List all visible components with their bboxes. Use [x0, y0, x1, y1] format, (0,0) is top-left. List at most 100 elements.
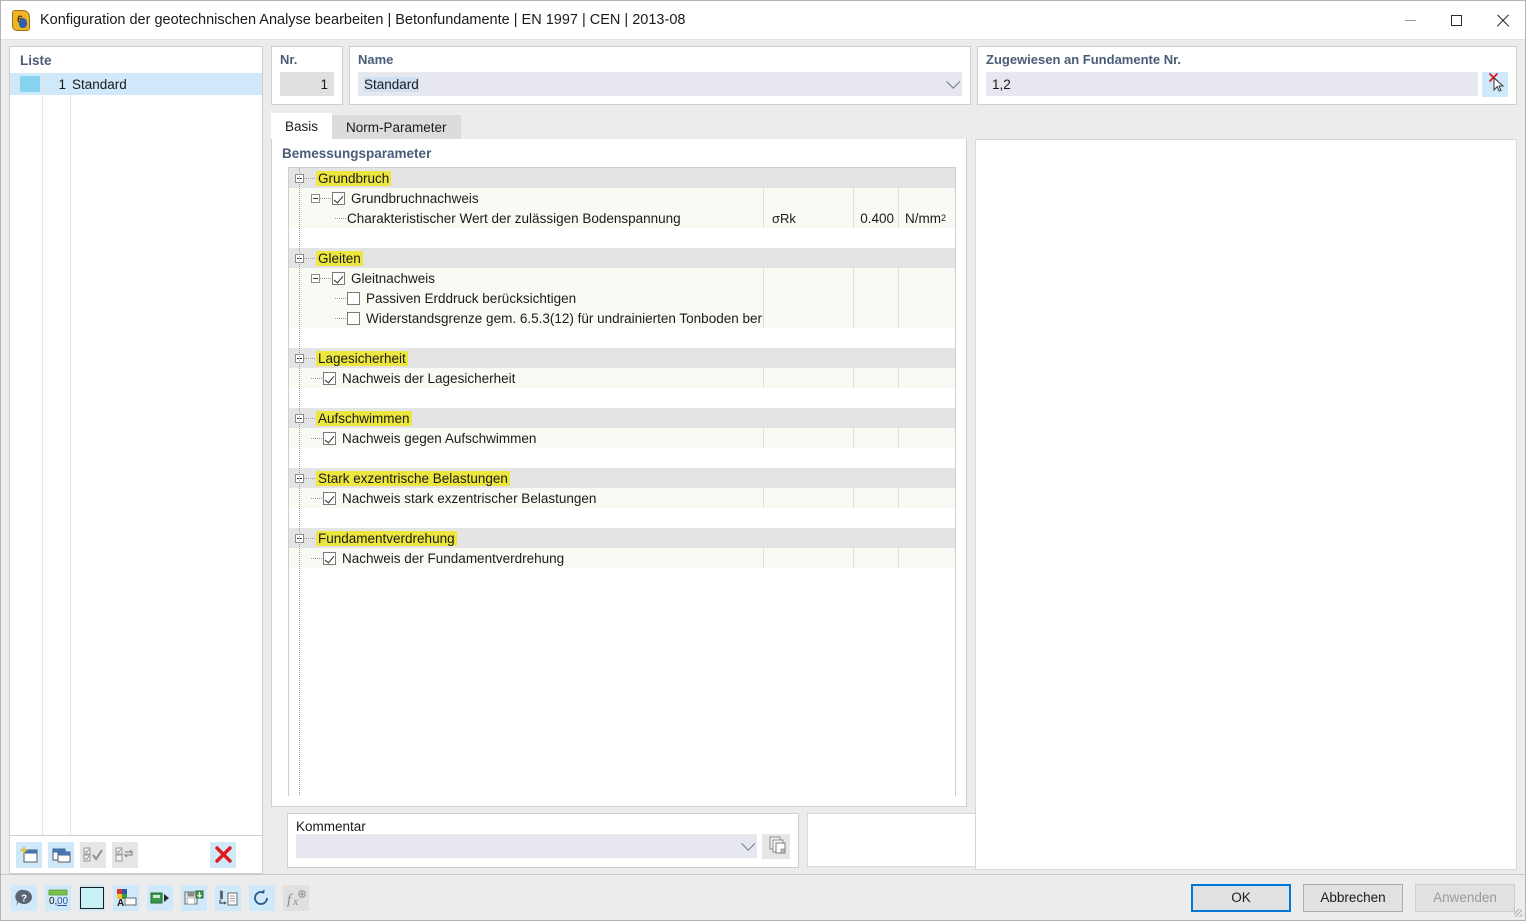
tree-row[interactable]: Widerstandsgrenze gem. 6.5.3(12) für und… [289, 308, 955, 328]
nr-input[interactable]: 1 [280, 72, 334, 96]
pick-cursor-icon [1489, 73, 1505, 92]
tree-connector [304, 417, 316, 419]
comment-combobox[interactable] [296, 834, 757, 858]
tree-cell-unit [898, 348, 955, 368]
tree-cell-value [853, 468, 898, 488]
tree-row-label-cell: Aufschwimmen [289, 410, 763, 426]
preview-pane [975, 139, 1517, 870]
minimize-icon [1404, 19, 1416, 21]
help-button[interactable]: ? [11, 884, 37, 911]
tree-row-label-cell: Gleiten [289, 250, 763, 266]
duplicate-item-button[interactable] [48, 841, 74, 868]
tree-row[interactable]: Charakteristischer Wert der zulässigen B… [289, 208, 955, 228]
tree-cell-value [853, 548, 898, 568]
tree-cell-unit [898, 528, 955, 548]
cancel-button[interactable]: Abbrechen [1303, 883, 1403, 912]
tree-row-checkbox[interactable] [323, 371, 336, 385]
display-properties-button[interactable]: A [113, 884, 139, 911]
tree-group-row[interactable]: Grundbruch [289, 168, 955, 188]
tree-row-checkbox[interactable] [332, 191, 345, 205]
tree-cell-symbol [763, 528, 853, 548]
comment-side-panel [807, 813, 976, 867]
list-column-dividers [10, 73, 262, 835]
tree-row[interactable]: Gleitnachweis [289, 268, 955, 288]
tree-group-row[interactable]: Stark exzentrische Belastungen [289, 468, 955, 488]
tree-cell-value[interactable]: 0.400 [853, 208, 898, 228]
tree-cell-unit [898, 248, 955, 268]
tree-row-label: Passiven Erddruck berücksichtigen [366, 290, 577, 306]
tree-group-row[interactable]: Gleiten [289, 248, 955, 268]
reset-button[interactable] [249, 884, 275, 911]
tree-row-checkbox[interactable] [347, 291, 360, 305]
export-button[interactable] [147, 884, 173, 911]
tree-connector [335, 217, 347, 219]
tree-group-title: Aufschwimmen [316, 410, 412, 426]
tree-expander-icon[interactable] [311, 193, 320, 203]
field-name-label: Name [358, 52, 394, 67]
close-button[interactable] [1479, 1, 1525, 39]
tree-row-checkbox[interactable] [332, 271, 345, 285]
tree-connector [320, 197, 332, 199]
tab-norm-parameter[interactable]: Norm-Parameter [332, 115, 461, 139]
parameters-tree[interactable]: Grundbruch Grundbruchnachweis Charakterist… [288, 167, 956, 796]
tree-cell-symbol [763, 288, 853, 308]
save-disk-icon [184, 890, 204, 904]
tree-row-checkbox[interactable] [323, 491, 336, 505]
minimize-button[interactable] [1387, 1, 1433, 39]
maximize-button[interactable] [1433, 1, 1479, 39]
tree-row-label-cell: Widerstandsgrenze gem. 6.5.3(12) für und… [289, 311, 763, 326]
tree-row-label-cell: Grundbruch [289, 170, 763, 186]
tree-cell-value [853, 448, 898, 468]
tree-group-row[interactable]: Lagesicherheit [289, 348, 955, 368]
field-assigned-label: Zugewiesen an Fundamente Nr. [986, 52, 1182, 67]
configuration-list[interactable]: Liste 1 Standard [9, 46, 263, 836]
ok-button[interactable]: OK [1191, 883, 1291, 912]
tree-cell-value [853, 568, 898, 588]
save-button[interactable] [181, 884, 207, 911]
name-input-value: Standard [364, 76, 419, 92]
tree-cell-value [853, 388, 898, 408]
apply-button: Anwenden [1415, 883, 1515, 912]
tree-row[interactable]: Nachweis der Fundamentverdrehung [289, 548, 955, 568]
parameters-card: Bemessungsparameter Grundbruch Grundbruch… [271, 139, 967, 807]
tab-basis[interactable]: Basis [271, 113, 333, 139]
maximize-icon [1450, 14, 1462, 26]
assigned-input[interactable]: 1,2 [986, 72, 1478, 96]
copy-comment-button[interactable] [762, 834, 790, 859]
tree-row-checkbox[interactable] [347, 311, 360, 325]
tree-row[interactable]: Grundbruchnachweis [289, 188, 955, 208]
tree-cell-symbol [763, 328, 853, 348]
tree-spacer-row [289, 508, 955, 528]
tree-cell-value [853, 488, 898, 508]
tree-connector [335, 297, 347, 299]
tree-row[interactable]: Passiven Erddruck berücksichtigen [289, 288, 955, 308]
tree-row[interactable]: Nachweis der Lagesicherheit [289, 368, 955, 388]
new-item-button[interactable] [16, 841, 42, 868]
tree-group-title-wrap: Fundamentverdrehung [316, 530, 457, 546]
tree-row-checkbox[interactable] [323, 431, 336, 445]
list-toolbar [9, 836, 263, 874]
tree-group-row[interactable]: Fundamentverdrehung [289, 528, 955, 548]
select-objects-button[interactable] [1482, 72, 1508, 97]
tree-row[interactable]: Nachweis gegen Aufschwimmen [289, 428, 955, 448]
resize-grip[interactable] [1514, 909, 1522, 917]
dialog-buttons: OK Abbrechen Anwenden [1191, 883, 1515, 912]
tree-row-checkbox[interactable] [323, 551, 336, 565]
tree-cell-symbol [763, 448, 853, 468]
tree-group-title: Stark exzentrische Belastungen [316, 470, 510, 486]
tree-cell-unit [898, 428, 955, 448]
name-combobox[interactable]: Standard [358, 72, 962, 96]
number-format-button[interactable]: 0, 00 [45, 884, 71, 911]
tree-group-row[interactable]: Aufschwimmen [289, 408, 955, 428]
tree-row[interactable]: Nachweis stark exzentrischer Belastungen [289, 488, 955, 508]
invert-selection-button [112, 841, 138, 868]
tree-cell-unit [898, 488, 955, 508]
tree-cell-unit [898, 368, 955, 388]
list-item[interactable]: 1 Standard [10, 73, 262, 95]
color-swatch-button[interactable] [79, 884, 105, 911]
tree-group-title: Lagesicherheit [316, 350, 408, 366]
tree-expander-icon[interactable] [311, 273, 320, 283]
tree-cell-symbol [763, 488, 853, 508]
import-button[interactable] [215, 884, 241, 911]
delete-item-button[interactable] [210, 841, 236, 868]
